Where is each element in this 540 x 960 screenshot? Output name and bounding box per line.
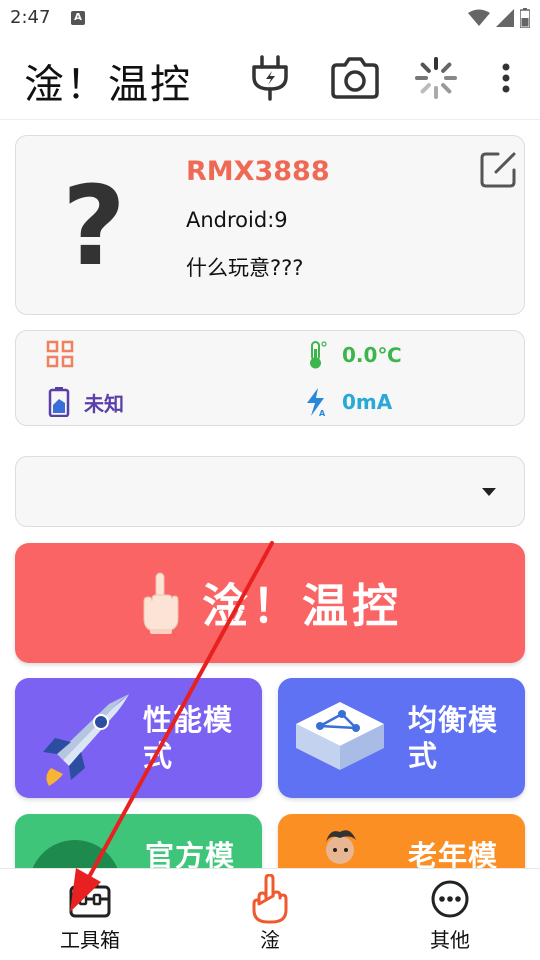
cpu-grid-icon [46, 340, 74, 368]
middle-finger-nav-icon [252, 874, 288, 924]
notification-icon: A [71, 11, 85, 25]
nav-other[interactable]: 其他 [390, 869, 510, 960]
status-bar: 2:47 A [0, 0, 540, 36]
svg-text:A: A [319, 409, 326, 417]
toolbox-icon [69, 879, 111, 918]
mode-performance-label-line1: 性能模 [143, 703, 234, 737]
thermometer-icon [310, 341, 327, 369]
rocket-icon [43, 694, 129, 786]
mode-balanced-label: 均衡模 式 [408, 702, 498, 774]
refresh-button[interactable] [410, 54, 462, 102]
charging-current-icon: A [307, 388, 326, 417]
nav-gan-label: 淦 [260, 928, 280, 952]
camera-icon [331, 57, 379, 99]
network-cube-icon [296, 702, 384, 770]
nav-other-label: 其他 [430, 928, 470, 952]
android-version: Android:9 [186, 208, 288, 232]
mode-balanced-label-line2: 式 [408, 739, 439, 773]
current-value: 0mA [342, 390, 393, 414]
nav-toolbox-label: 工具箱 [60, 928, 120, 952]
mode-balanced-label-line1: 均衡模 [408, 703, 499, 737]
power-plug-button[interactable] [244, 54, 296, 102]
mode-performance-label-line2: 式 [143, 739, 174, 773]
device-description: 什么玩意??? [186, 256, 304, 280]
status-time: 2:47 [10, 7, 51, 28]
device-model: RMX3888 [186, 156, 330, 187]
current-stat: A 0mA [304, 387, 392, 417]
nav-toolbox[interactable]: 工具箱 [30, 869, 150, 960]
unknown-device-icon: ? [62, 162, 126, 290]
edit-icon [480, 152, 516, 188]
more-vert-icon [502, 63, 510, 93]
app-bar: 淦！温控 [0, 36, 540, 120]
app-title: 淦！温控 [24, 62, 192, 108]
signal-icon [496, 9, 514, 27]
power-plug-icon [252, 55, 288, 101]
bottom-navigation: 工具箱 淦 其他 [0, 868, 540, 960]
device-info-card: ? RMX3888 Android:9 什么玩意??? [15, 135, 525, 315]
temperature-stat: 0.0℃ [304, 340, 402, 370]
battery-stat: 未知 [48, 387, 124, 417]
mode-performance[interactable]: 性能模 式 [15, 678, 262, 798]
more-horizontal-icon [431, 880, 469, 918]
middle-finger-icon [143, 572, 179, 634]
mode-performance-label: 性能模 式 [143, 702, 233, 774]
edit-device-button[interactable] [478, 150, 518, 190]
more-options-button[interactable] [484, 54, 528, 102]
battery-icon [520, 8, 530, 28]
gan-temp-control-button[interactable]: 淦！温控 [15, 543, 525, 663]
wifi-icon [468, 9, 490, 26]
mode-balanced[interactable]: 均衡模 式 [278, 678, 525, 798]
stats-card: 0.0℃ 未知 A 0mA [15, 330, 525, 426]
loading-spinner-icon [415, 57, 457, 99]
dropdown-arrow-icon [482, 488, 496, 496]
camera-button[interactable] [329, 54, 381, 102]
battery-status: 未知 [84, 391, 124, 416]
main-button-label: 淦！温控 [202, 579, 402, 633]
status-icons [468, 8, 530, 28]
battery-status-icon [48, 387, 70, 417]
nav-gan[interactable]: 淦 [210, 869, 330, 960]
profile-dropdown[interactable] [15, 456, 525, 527]
temperature-value: 0.0℃ [342, 343, 402, 367]
cpu-stat [46, 340, 88, 368]
